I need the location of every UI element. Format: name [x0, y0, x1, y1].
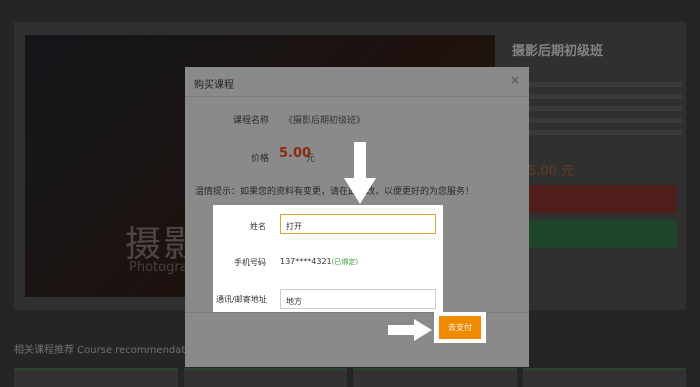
- close-icon[interactable]: ×: [510, 73, 520, 87]
- address-label: 通讯/邮寄地址: [216, 295, 267, 304]
- down-arrow-icon: [344, 142, 376, 204]
- price-label: 价格: [251, 154, 270, 164]
- name-input[interactable]: [280, 214, 436, 234]
- pay-button-panel: 去支付: [434, 312, 486, 343]
- course-name-label: 课程名称: [233, 116, 270, 126]
- modal-header: 购买课程 ×: [185, 67, 529, 97]
- address-input[interactable]: [280, 289, 436, 309]
- notice-text: 温情提示：如果您的资料有变更，请在此修改，以便更好的为您服务！: [195, 187, 475, 197]
- user-info-form: 姓名 手机号码 137****4321(已绑定) 通讯/邮寄地址: [213, 205, 443, 312]
- right-arrow-icon: [388, 319, 432, 341]
- name-label: 姓名: [250, 222, 266, 231]
- phone-bound-status: (已绑定): [331, 258, 359, 266]
- price-unit: 元: [306, 154, 316, 164]
- modal-title: 购买课程: [194, 80, 234, 91]
- pay-button[interactable]: 去支付: [439, 316, 481, 339]
- phone-number: 137****4321: [280, 257, 332, 266]
- course-name-value: 《摄影后期初级班》: [284, 116, 366, 126]
- phone-value: 137****4321(已绑定): [280, 257, 358, 267]
- phone-label: 手机号码: [234, 258, 266, 267]
